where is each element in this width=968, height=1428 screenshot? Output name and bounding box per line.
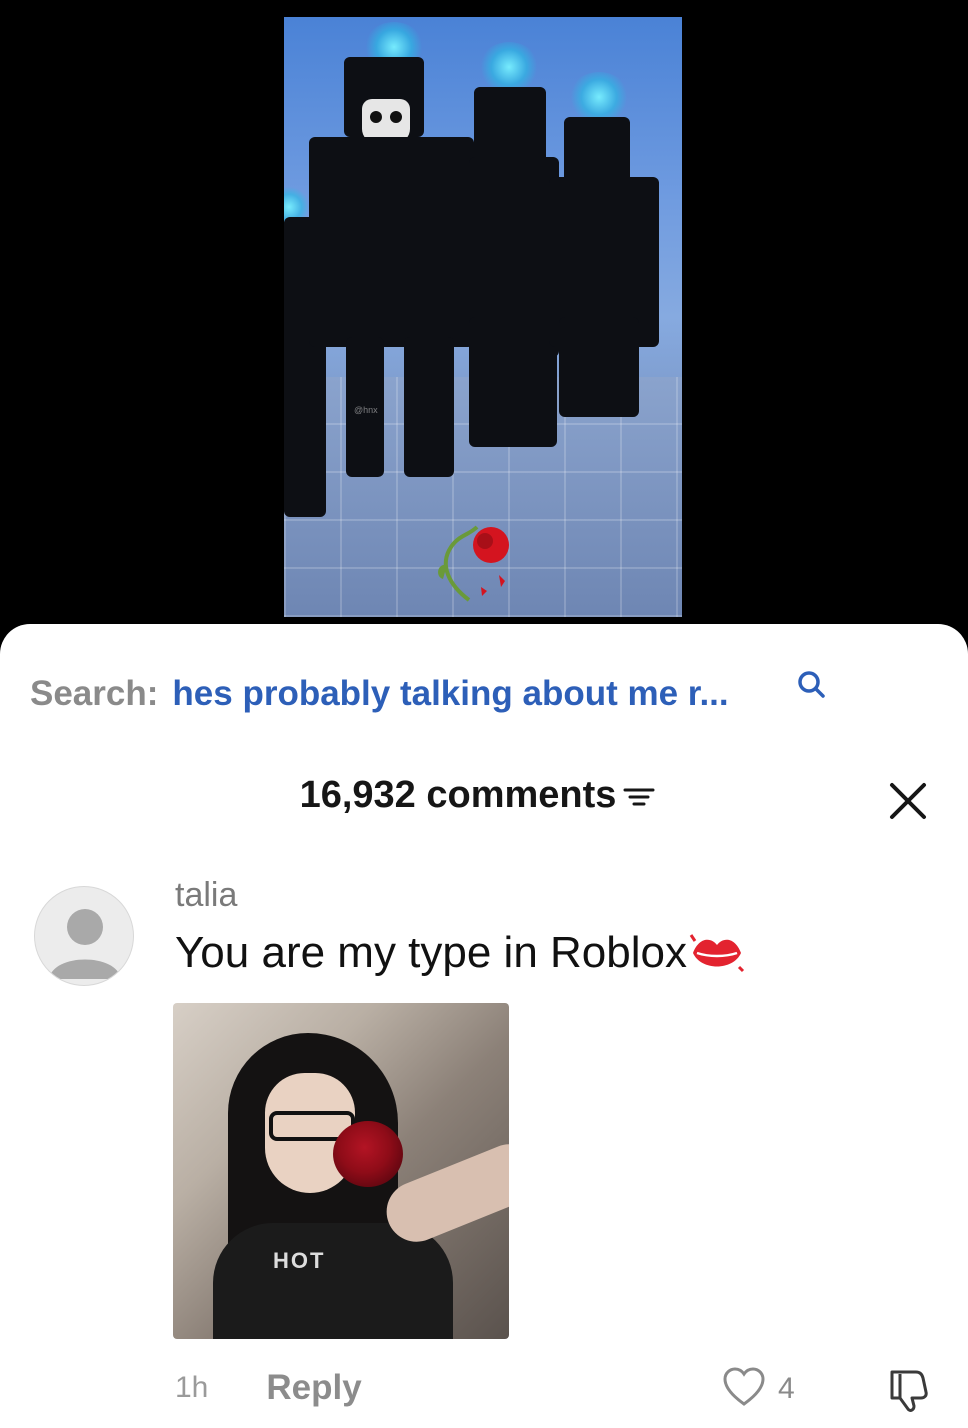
heart-icon[interactable] xyxy=(722,1366,766,1410)
default-avatar-icon xyxy=(49,909,121,979)
thumbs-down-icon[interactable] xyxy=(884,1366,932,1414)
character-ghost-torso xyxy=(309,137,474,347)
character-leg xyxy=(559,317,639,417)
comment-text: You are my type in Roblox xyxy=(175,928,687,977)
character-leg xyxy=(469,317,557,447)
character-head xyxy=(474,87,546,167)
flame-effect xyxy=(479,42,539,92)
search-query-link[interactable]: hes probably talking about me r... xyxy=(172,674,728,714)
video-watermark: @hnx xyxy=(354,405,378,415)
comments-header: 16,932 comments xyxy=(0,774,968,834)
filter-icon[interactable] xyxy=(622,781,656,811)
commenter-avatar[interactable] xyxy=(34,886,134,986)
flame-effect xyxy=(569,72,629,122)
reply-button[interactable]: Reply xyxy=(266,1368,361,1408)
comment-body: You are my type in Roblox xyxy=(175,928,745,978)
photo-rose xyxy=(333,1121,403,1187)
comment-photo-attachment[interactable]: HOT xyxy=(173,1003,509,1339)
close-icon[interactable] xyxy=(886,779,930,823)
lips-icon xyxy=(689,934,745,973)
photo-shirt-text: HOT xyxy=(273,1248,326,1273)
commenter-username[interactable]: talia xyxy=(175,876,237,915)
wilted-rose-icon xyxy=(438,525,509,602)
search-suggestion[interactable]: Search: hes probably talking about me r.… xyxy=(30,674,729,714)
search-label: Search: xyxy=(30,674,159,713)
comments-count: 16,932 comments xyxy=(299,774,617,816)
comment-meta: 1h Reply xyxy=(175,1366,362,1410)
video-frame[interactable]: @hnx xyxy=(284,17,682,617)
search-icon[interactable] xyxy=(795,668,829,702)
character-leg xyxy=(404,337,454,477)
comments-count-title[interactable]: 16,932 comments xyxy=(300,774,657,817)
like-count: 4 xyxy=(778,1372,795,1405)
comment-timestamp: 1h xyxy=(175,1371,209,1404)
comments-sheet: Search: hes probably talking about me r.… xyxy=(0,624,968,1428)
video-player[interactable]: @hnx xyxy=(0,0,968,640)
